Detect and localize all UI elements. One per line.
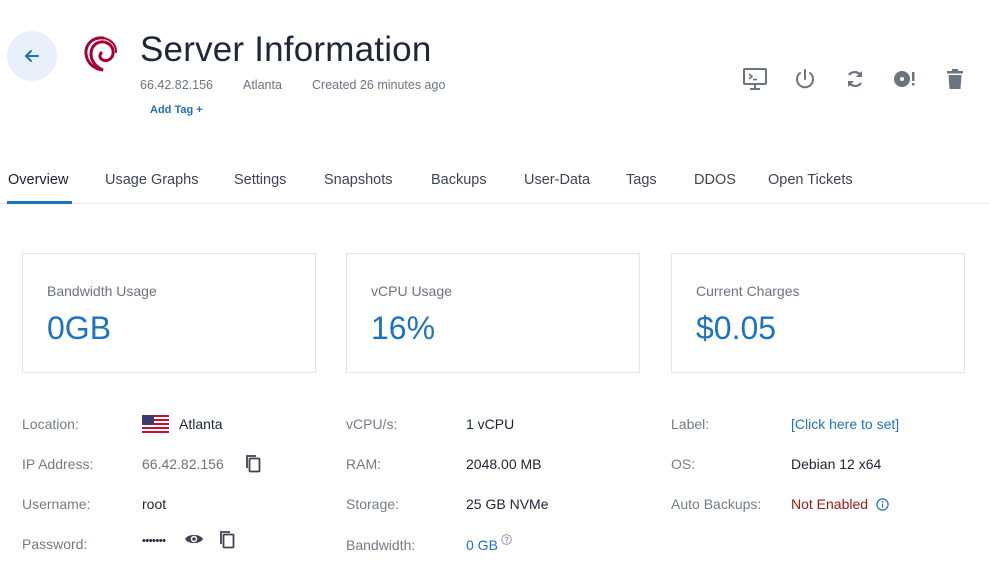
set-label-link[interactable]: [Click here to set] xyxy=(791,416,899,432)
card-label: Current Charges xyxy=(696,283,800,299)
card-label: vCPU Usage xyxy=(371,283,452,299)
ip-address-label: IP Address: xyxy=(22,456,94,472)
current-charges-card: Current Charges $0.05 xyxy=(671,253,965,373)
card-value: 0GB xyxy=(47,310,112,346)
card-value: $0.05 xyxy=(696,310,777,346)
copy-ip-button[interactable] xyxy=(244,453,262,473)
ram-label: RAM: xyxy=(346,456,381,472)
show-password-button[interactable] xyxy=(184,531,204,547)
vcpu-label: vCPU/s: xyxy=(346,416,398,432)
tab-usage-graphs[interactable]: Usage Graphs xyxy=(105,172,199,188)
restart-button[interactable] xyxy=(841,65,869,93)
label-label: Label: xyxy=(671,416,710,432)
auto-backups-value: Not Enabled xyxy=(791,496,869,512)
bandwidth-label: Bandwidth: xyxy=(346,537,416,553)
password-value: ••••••• xyxy=(142,535,166,547)
trash-icon xyxy=(947,69,963,89)
active-tab-indicator xyxy=(7,201,72,204)
os-value: Debian 12 x64 xyxy=(791,456,882,472)
storage-label: Storage: xyxy=(346,496,399,512)
console-icon xyxy=(743,68,767,90)
tab-open-tickets[interactable]: Open Tickets xyxy=(768,172,853,188)
iso-icon xyxy=(894,71,915,87)
eye-icon xyxy=(185,534,203,544)
location-label: Location: xyxy=(22,416,79,432)
info-icon xyxy=(875,497,889,511)
ip-address-value: 66.42.82.156 xyxy=(142,456,224,472)
power-icon xyxy=(796,69,814,89)
copy-icon xyxy=(246,454,261,472)
iso-button[interactable] xyxy=(891,65,919,93)
tab-overview[interactable]: Overview xyxy=(8,172,68,188)
power-button[interactable] xyxy=(791,65,819,93)
ram-value: 2048.00 MB xyxy=(466,456,542,472)
header-location: Atlanta xyxy=(243,78,282,92)
header-created: Created 26 minutes ago xyxy=(312,78,446,92)
debian-logo xyxy=(84,36,117,72)
tab-bar: Overview Usage Graphs Settings Snapshots… xyxy=(0,160,989,204)
vcpu-usage-card: vCPU Usage 16% xyxy=(346,253,640,373)
arrow-left-icon xyxy=(25,50,39,62)
bandwidth-help-button[interactable] xyxy=(500,533,512,545)
tab-user-data[interactable]: User-Data xyxy=(524,172,590,188)
card-label: Bandwidth Usage xyxy=(47,283,157,299)
bandwidth-usage-card: Bandwidth Usage 0GB xyxy=(22,253,316,373)
tab-snapshots[interactable]: Snapshots xyxy=(324,172,393,188)
back-button[interactable] xyxy=(7,31,57,81)
card-value: 16% xyxy=(371,310,436,346)
help-icon xyxy=(500,533,512,545)
bandwidth-value[interactable]: 0 GB xyxy=(466,537,498,553)
username-value: root xyxy=(142,496,167,512)
tab-settings[interactable]: Settings xyxy=(234,172,286,188)
vcpu-value: 1 vCPU xyxy=(466,416,515,432)
os-label: OS: xyxy=(671,456,696,472)
storage-value: 25 GB NVMe xyxy=(466,496,549,512)
username-label: Username: xyxy=(22,496,91,512)
copy-icon xyxy=(220,530,235,548)
auto-backups-label: Auto Backups: xyxy=(671,496,762,512)
tab-ddos[interactable]: DDOS xyxy=(694,172,736,188)
password-label: Password: xyxy=(22,536,88,552)
restart-icon xyxy=(848,70,862,88)
header-ip: 66.42.82.156 xyxy=(140,78,213,92)
location-value: Atlanta xyxy=(179,416,223,432)
tab-backups[interactable]: Backups xyxy=(431,172,487,188)
auto-backups-info-button[interactable] xyxy=(875,497,889,511)
page-title: Server Information xyxy=(140,30,432,69)
console-button[interactable] xyxy=(741,65,769,93)
delete-button[interactable] xyxy=(941,65,969,93)
add-tag-link[interactable]: Add Tag + xyxy=(150,104,203,116)
us-flag-icon xyxy=(142,415,169,433)
tab-tags[interactable]: Tags xyxy=(626,172,657,188)
copy-password-button[interactable] xyxy=(218,529,236,549)
